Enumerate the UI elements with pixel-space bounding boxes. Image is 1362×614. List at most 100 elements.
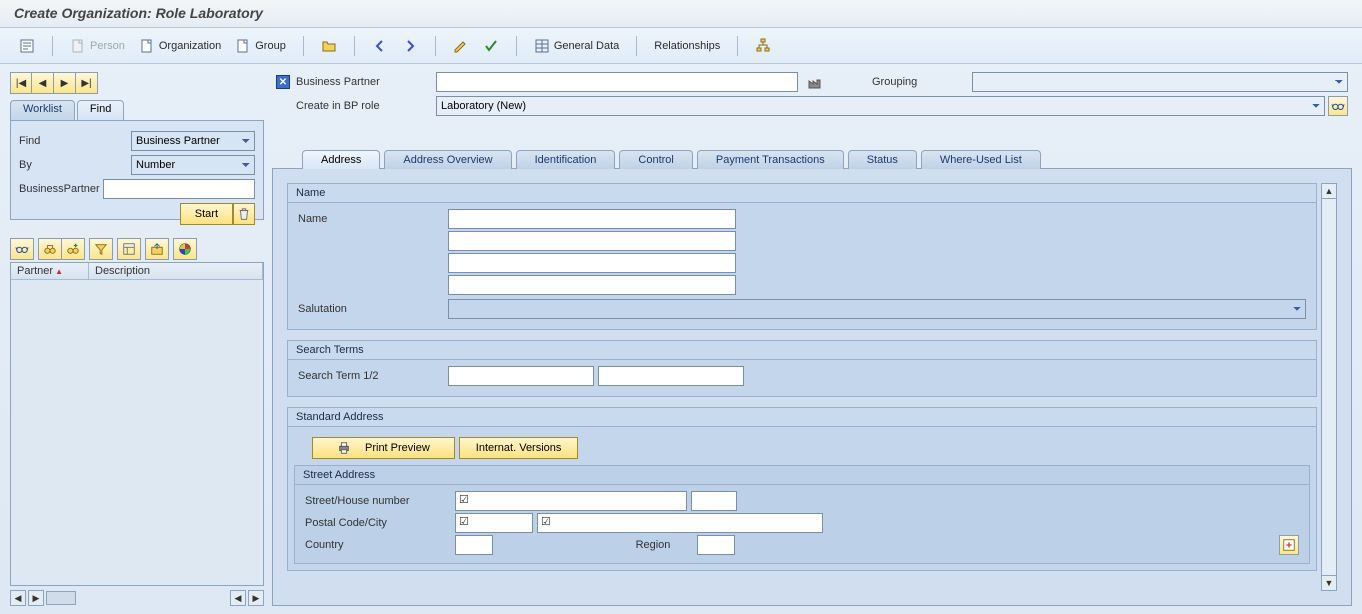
- tab-identification[interactable]: Identification: [516, 150, 616, 169]
- general-data-button[interactable]: General Data: [529, 35, 624, 57]
- page-icon: [139, 38, 155, 54]
- print-preview-button[interactable]: Print Preview: [312, 437, 455, 459]
- person-label: Person: [90, 40, 125, 52]
- address-more-button[interactable]: [1279, 535, 1299, 555]
- scroll-track[interactable]: [46, 591, 76, 605]
- internat-versions-button[interactable]: Internat. Versions: [459, 437, 579, 459]
- locator-tabs: Worklist Find: [10, 100, 264, 120]
- scroll-left-button[interactable]: ◀: [10, 590, 26, 606]
- hierarchy-button[interactable]: [750, 35, 776, 57]
- tab-where-used[interactable]: Where-Used List: [921, 150, 1041, 169]
- next-button[interactable]: ▶: [54, 72, 76, 94]
- forward-button[interactable]: [397, 35, 423, 57]
- group-standard-address: Standard Address Print Preview Internat.…: [287, 407, 1317, 571]
- back-button[interactable]: [367, 35, 393, 57]
- find-next-button[interactable]: [61, 238, 85, 260]
- open-button[interactable]: [316, 35, 342, 57]
- trash-icon: [237, 207, 251, 221]
- scroll-right-button[interactable]: ▶: [28, 590, 44, 606]
- details-button[interactable]: [10, 238, 34, 260]
- separator: [636, 36, 637, 56]
- check-button[interactable]: [478, 35, 504, 57]
- menu-button[interactable]: [14, 35, 40, 57]
- organization-button[interactable]: Organization: [134, 35, 226, 57]
- first-button[interactable]: |◀: [10, 72, 32, 94]
- binoculars-icon: [43, 242, 57, 256]
- tab-payment[interactable]: Payment Transactions: [697, 150, 844, 169]
- relationships-button[interactable]: Relationships: [649, 35, 725, 57]
- scroll-right2-button[interactable]: ▶: [248, 590, 264, 606]
- name2-input[interactable]: [448, 231, 736, 251]
- by-label: By: [19, 159, 131, 171]
- group-name: Name Name Salutation: [287, 183, 1317, 330]
- bp-input[interactable]: [103, 179, 255, 199]
- name1-input[interactable]: [448, 209, 736, 229]
- left-hscroll: ◀ ▶ ◀ ▶: [10, 590, 264, 606]
- edit-button[interactable]: [448, 35, 474, 57]
- glasses-icon: [1331, 99, 1345, 113]
- col-partner[interactable]: Partner▲: [11, 263, 89, 280]
- name4-input[interactable]: [448, 275, 736, 295]
- find-button[interactable]: [38, 238, 62, 260]
- expand-icon: [1282, 538, 1296, 552]
- reset-button[interactable]: [233, 203, 255, 225]
- bp-label: BusinessPartner: [19, 183, 103, 195]
- postal-label: Postal Code/City: [305, 517, 455, 529]
- arrow-left-icon: [372, 38, 388, 54]
- group-search-terms: Search Terms Search Term 1/2: [287, 340, 1317, 397]
- house-number-input[interactable]: [691, 491, 737, 511]
- person-button[interactable]: Person: [65, 35, 130, 57]
- role-detail-button[interactable]: [1328, 96, 1348, 116]
- group-search-title: Search Terms: [288, 341, 1316, 360]
- export-button[interactable]: [145, 238, 169, 260]
- last-button[interactable]: ▶|: [76, 72, 98, 94]
- tab-status[interactable]: Status: [848, 150, 917, 169]
- export-icon: [150, 242, 164, 256]
- name-label: Name: [298, 213, 448, 225]
- tab-address-overview[interactable]: Address Overview: [384, 150, 511, 169]
- grouping-select[interactable]: [972, 72, 1348, 92]
- bp-number-input[interactable]: [436, 72, 798, 92]
- group-button[interactable]: Group: [230, 35, 291, 57]
- prev-button[interactable]: ◀: [32, 72, 54, 94]
- region-input[interactable]: [697, 535, 735, 555]
- print-icon: [337, 441, 351, 455]
- by-select[interactable]: Number: [131, 155, 255, 175]
- app-toolbar: Person Organization Group General Data R…: [0, 28, 1362, 64]
- group-street-title: Street Address: [295, 466, 1309, 485]
- scroll-up-button[interactable]: ▲: [1321, 183, 1337, 199]
- find-select[interactable]: Business Partner: [131, 131, 255, 151]
- filter-button[interactable]: [89, 238, 113, 260]
- scroll-track[interactable]: [1321, 199, 1337, 575]
- tab-worklist[interactable]: Worklist: [10, 100, 75, 120]
- layout-button[interactable]: [117, 238, 141, 260]
- tab-vscroll: ▲ ▼: [1321, 183, 1337, 591]
- postal-code-input[interactable]: [455, 513, 533, 533]
- search2-input[interactable]: [598, 366, 744, 386]
- city-input[interactable]: [537, 513, 823, 533]
- scroll-left2-button[interactable]: ◀: [230, 590, 246, 606]
- separator: [354, 36, 355, 56]
- tab-address[interactable]: Address: [302, 150, 380, 169]
- color-legend-button[interactable]: [173, 238, 197, 260]
- name3-input[interactable]: [448, 253, 736, 273]
- right-panel: ✕ Business Partner Grouping Create in BP…: [272, 72, 1352, 606]
- scroll-down-button[interactable]: ▼: [1321, 575, 1337, 591]
- tab-control[interactable]: Control: [619, 150, 692, 169]
- salutation-select[interactable]: [448, 299, 1306, 319]
- role-select[interactable]: Laboratory (New): [436, 96, 1325, 116]
- start-button[interactable]: Start: [180, 203, 233, 225]
- street-input[interactable]: [455, 491, 687, 511]
- tab-find[interactable]: Find: [77, 100, 124, 120]
- country-input[interactable]: [455, 535, 493, 555]
- table-icon: [534, 38, 550, 54]
- region-label: Region: [613, 539, 693, 551]
- grouping-label: Grouping: [872, 76, 972, 88]
- separator: [52, 36, 53, 56]
- country-label: Country: [305, 539, 455, 551]
- tab-scroll-area: Name Name Salutation: [287, 183, 1317, 591]
- role-label: Create in BP role: [276, 100, 436, 112]
- col-description[interactable]: Description: [89, 263, 263, 280]
- search1-input[interactable]: [448, 366, 594, 386]
- group-name-title: Name: [288, 184, 1316, 203]
